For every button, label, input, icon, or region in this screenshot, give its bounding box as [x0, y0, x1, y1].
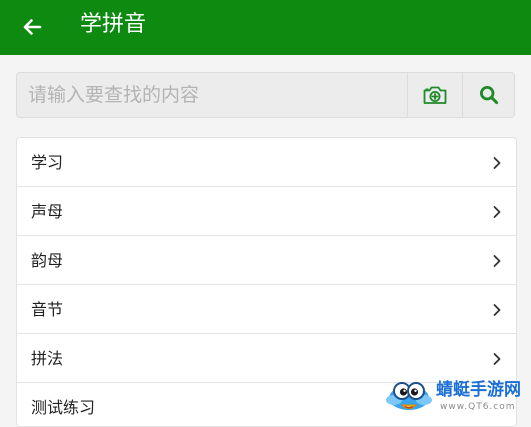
watermark-brand-name: 蜻蜓手游网 [436, 380, 521, 400]
menu-item-label: 韵母 [31, 251, 64, 270]
back-button[interactable] [14, 9, 50, 45]
camera-plus-icon [422, 84, 448, 106]
app-bar: 学拼音 [0, 0, 531, 55]
watermark-url: www.QT6.com [440, 402, 516, 412]
arrow-left-icon [21, 16, 43, 38]
menu-item-finals[interactable]: 韵母 [17, 236, 516, 285]
search-icon [479, 85, 499, 105]
menu-item-initials[interactable]: 声母 [17, 187, 516, 236]
chevron-right-icon [492, 303, 502, 317]
chevron-right-icon [492, 352, 502, 366]
menu-item-label: 测试练习 [31, 398, 96, 417]
menu-item-study[interactable]: 学习 [17, 138, 516, 187]
chevron-right-icon [492, 254, 502, 268]
search-bar [16, 72, 515, 118]
camera-search-button[interactable] [407, 73, 462, 117]
watermark: 蜻蜓手游网 www.QT6.com [384, 376, 529, 416]
menu-item-label: 学习 [31, 153, 64, 172]
dragonfly-logo-icon [384, 378, 434, 414]
menu-item-syllables[interactable]: 音节 [17, 285, 516, 334]
page-title: 学拼音 [80, 12, 147, 37]
menu-item-label: 音节 [31, 300, 64, 319]
chevron-right-icon [492, 205, 502, 219]
search-input[interactable] [17, 73, 406, 117]
menu-item-label: 拼法 [31, 349, 64, 368]
menu-item-label: 声母 [31, 202, 64, 221]
search-button[interactable] [462, 73, 514, 117]
chevron-right-icon [492, 156, 502, 170]
